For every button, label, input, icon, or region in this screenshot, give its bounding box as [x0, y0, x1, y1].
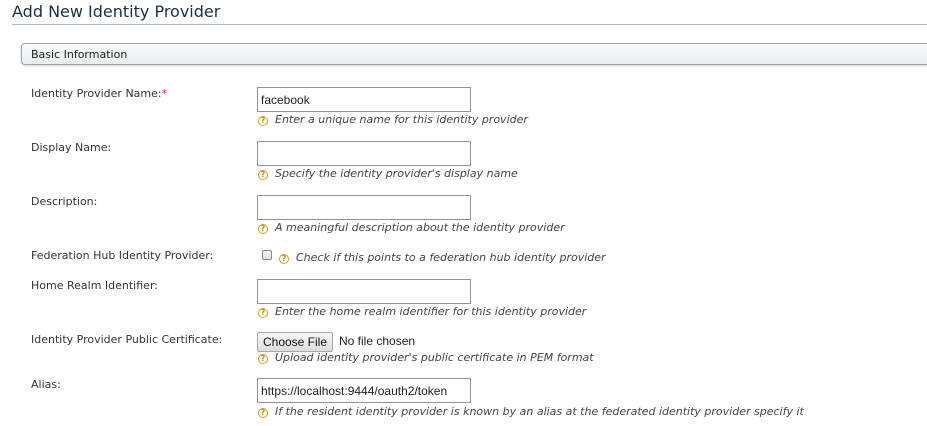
alias-input[interactable] [257, 378, 471, 403]
file-status-text: No file chosen [339, 334, 416, 348]
federation-hub-help: ? Check if this points to a federation hu… [278, 251, 606, 264]
alias-label: Alias: [31, 378, 61, 391]
question-circle-icon: ? [258, 170, 268, 180]
display-name-input[interactable] [257, 141, 471, 166]
public-cert-label: Identity Provider Public Certificate: [31, 333, 223, 346]
question-circle-icon: ? [258, 224, 268, 234]
description-help: ? A meaningful description about the iden… [257, 221, 565, 234]
idp-name-help: ? Enter a unique name for this identity p… [257, 113, 528, 126]
home-realm-label: Home Realm Identifier: [31, 279, 158, 292]
idp-name-input[interactable] [257, 87, 471, 112]
home-realm-input[interactable] [257, 279, 471, 304]
section-title: Basic Information [31, 48, 128, 61]
title-divider [12, 24, 927, 25]
federation-hub-label: Federation Hub Identity Provider: [31, 249, 214, 262]
display-name-label: Display Name: [31, 141, 112, 154]
section-header-basic-information[interactable]: Basic Information [21, 43, 927, 65]
question-circle-icon: ? [258, 408, 268, 418]
federation-hub-checkbox[interactable] [262, 250, 272, 260]
question-circle-icon: ? [258, 308, 268, 318]
description-input[interactable] [257, 195, 471, 220]
idp-name-label: Identity Provider Name:* [31, 87, 168, 100]
home-realm-help: ? Enter the home realm identifier for thi… [257, 305, 586, 318]
description-label: Description: [31, 195, 98, 208]
question-circle-icon: ? [258, 116, 268, 126]
question-circle-icon: ? [258, 354, 268, 364]
required-mark: * [161, 87, 168, 100]
public-cert-help: ? Upload identity provider's public certi… [257, 351, 594, 364]
display-name-help: ? Specify the identity provider's display… [257, 167, 518, 180]
alias-help: ? If the resident identity provider is kn… [257, 405, 804, 418]
choose-file-button[interactable]: Choose File [257, 332, 333, 352]
page-title: Add New Identity Provider [12, 2, 221, 21]
question-circle-icon: ? [279, 254, 289, 264]
